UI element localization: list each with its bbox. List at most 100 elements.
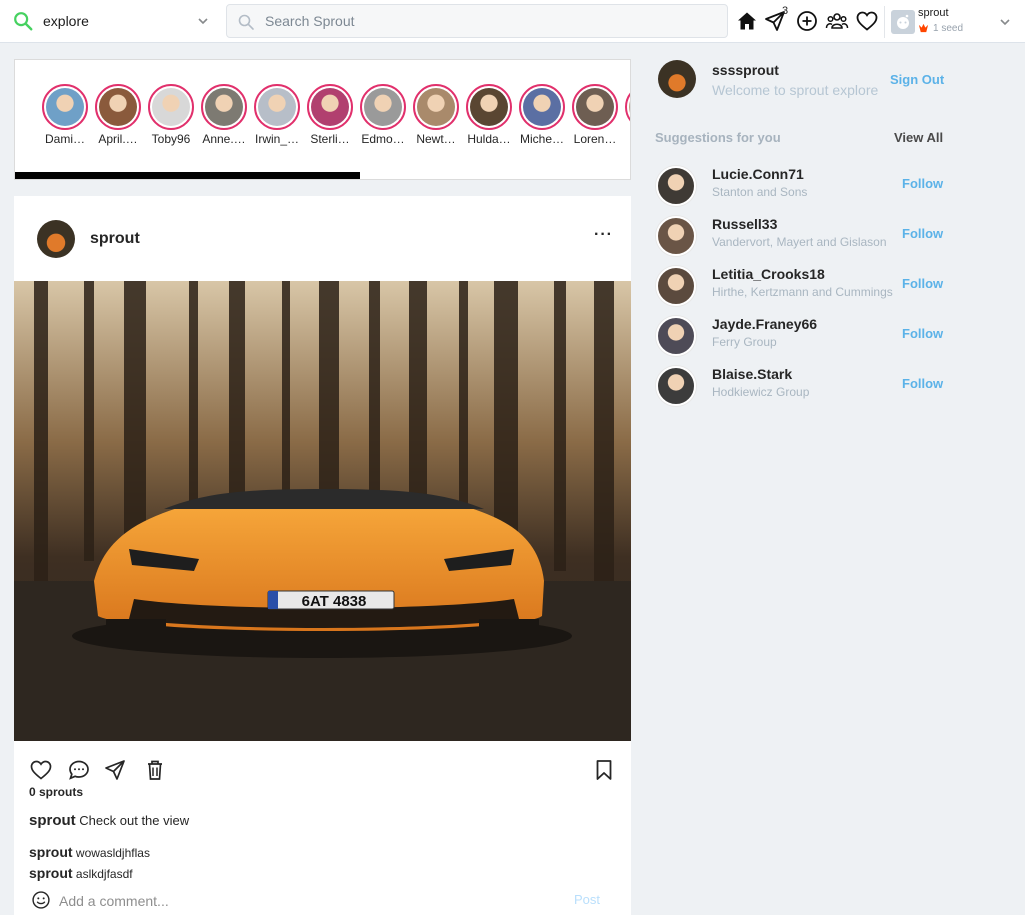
home-icon[interactable] — [735, 9, 759, 33]
account-name: sprout — [918, 7, 949, 19]
comment-text: aslkdjfasdf — [75, 867, 133, 881]
avatar — [258, 88, 296, 126]
story-item[interactable]: Miche… — [516, 84, 568, 146]
stories-scrollbar[interactable] — [15, 172, 360, 179]
karma-icon — [918, 23, 929, 33]
view-all-link[interactable]: View All — [894, 130, 943, 145]
suggestion-item: Blaise.Stark Hodkiewicz Group Follow — [656, 364, 956, 406]
avatar[interactable] — [37, 220, 75, 258]
follow-button[interactable]: Follow — [902, 326, 943, 341]
account-menu[interactable]: sprout 1 seed — [884, 6, 1025, 38]
avatar[interactable] — [656, 266, 696, 306]
avatar — [417, 88, 455, 126]
suggestion-username[interactable]: Jayde.Franey66 — [712, 316, 817, 332]
story-username: Edmo… — [361, 132, 405, 146]
story-item[interactable]: Toby96 — [145, 84, 197, 146]
avatar[interactable] — [656, 316, 696, 356]
comment-input[interactable] — [59, 890, 559, 912]
story-item[interactable]: Loren… — [569, 84, 621, 146]
story-ring — [625, 84, 630, 130]
people-icon[interactable] — [825, 9, 849, 33]
post-username[interactable]: sprout — [90, 230, 140, 248]
story-item[interactable]: N — [622, 84, 630, 146]
suggestion-username[interactable]: Letitia_Crooks18 — [712, 266, 825, 282]
avatar — [576, 88, 614, 126]
avatar — [152, 88, 190, 126]
avatar[interactable] — [656, 216, 696, 256]
search-icon — [238, 14, 254, 30]
story-item[interactable]: Hulda… — [463, 84, 515, 146]
avatar[interactable] — [656, 166, 696, 206]
current-user-name[interactable]: ssssprout — [712, 62, 779, 78]
story-item[interactable]: Sterli… — [304, 84, 356, 146]
suggestion-company: Ferry Group — [712, 335, 777, 349]
story-item[interactable]: Anne.… — [198, 84, 250, 146]
trash-icon[interactable] — [143, 758, 167, 782]
story-item[interactable]: Edmo… — [357, 84, 409, 146]
follow-button[interactable]: Follow — [902, 376, 943, 391]
search-input[interactable] — [265, 5, 705, 37]
comment-username[interactable]: sprout — [29, 865, 73, 881]
community-selector-label[interactable]: explore — [43, 13, 89, 29]
comment-username[interactable]: sprout — [29, 844, 73, 860]
caption-username[interactable]: sprout — [29, 812, 76, 829]
story-username: Irwin_… — [254, 132, 299, 146]
follow-button[interactable]: Follow — [902, 226, 943, 241]
like-icon[interactable] — [29, 758, 53, 782]
story-item[interactable]: Irwin_… — [251, 84, 303, 146]
avatar[interactable] — [656, 366, 696, 406]
suggestions-title: Suggestions for you — [655, 130, 781, 145]
sign-out-button[interactable]: Sign Out — [890, 72, 944, 87]
story-ring — [519, 84, 565, 130]
suggestion-item: Jayde.Franey66 Ferry Group Follow — [656, 314, 956, 356]
more-options-icon[interactable]: ··· — [594, 226, 613, 244]
search-icon[interactable] — [12, 10, 34, 32]
story-username: Toby96 — [151, 132, 191, 146]
story-item[interactable]: Dami… — [39, 84, 91, 146]
emoji-icon[interactable] — [31, 890, 51, 910]
suggestion-item: Lucie.Conn71 Stanton and Sons Follow — [656, 164, 956, 206]
suggestion-company: Hirthe, Kertzmann and Cummings — [712, 285, 893, 299]
add-post-icon[interactable] — [795, 9, 819, 33]
story-ring — [572, 84, 618, 130]
top-bar: explore 3 — [0, 0, 1025, 43]
follow-button[interactable]: Follow — [902, 276, 943, 291]
messages-badge: 3 — [782, 5, 789, 17]
story-item[interactable]: April.… — [92, 84, 144, 146]
chevron-down-icon[interactable] — [196, 14, 210, 28]
share-icon[interactable] — [103, 758, 127, 782]
suggestion-company: Hodkiewicz Group — [712, 385, 810, 399]
avatar — [364, 88, 402, 126]
suggestion-username[interactable]: Blaise.Stark — [712, 366, 792, 382]
story-username: Dami… — [44, 132, 85, 146]
story-item[interactable]: Newt… — [410, 84, 462, 146]
story-ring — [360, 84, 406, 130]
avatar — [205, 88, 243, 126]
story-ring — [466, 84, 512, 130]
avatar — [311, 88, 349, 126]
avatar — [629, 88, 630, 126]
bookmark-icon[interactable] — [592, 758, 616, 782]
comment-icon[interactable] — [67, 758, 91, 782]
chevron-down-icon[interactable] — [998, 15, 1012, 29]
story-ring — [413, 84, 459, 130]
suggestion-username[interactable]: Russell33 — [712, 216, 777, 232]
story-username: Newt… — [416, 132, 456, 146]
avatar — [523, 88, 561, 126]
avatar[interactable] — [658, 60, 696, 98]
comment: sprout aslkdjfasdf — [29, 865, 133, 881]
current-user-subtitle: Welcome to sprout explore — [712, 82, 879, 98]
robot-avatar-icon — [897, 14, 909, 29]
suggestion-username[interactable]: Lucie.Conn71 — [712, 166, 804, 182]
avatar — [891, 10, 915, 34]
post-image[interactable]: 6AT 4838 — [14, 281, 631, 741]
post-comment-button[interactable]: Post — [574, 892, 600, 907]
stories-bar: Dami… April.… Toby96 Anne.… Irwin_… Sterli… Ed… — [14, 59, 631, 180]
suggestion-item: Russell33 Vandervort, Mayert and Gislason… — [656, 214, 956, 256]
account-karma: 1 seed — [933, 23, 964, 34]
caption-text: Check out the view — [79, 813, 190, 828]
avatar — [99, 88, 137, 126]
heart-icon[interactable] — [855, 9, 879, 33]
story-username: Anne.… — [202, 132, 246, 146]
follow-button[interactable]: Follow — [902, 176, 943, 191]
